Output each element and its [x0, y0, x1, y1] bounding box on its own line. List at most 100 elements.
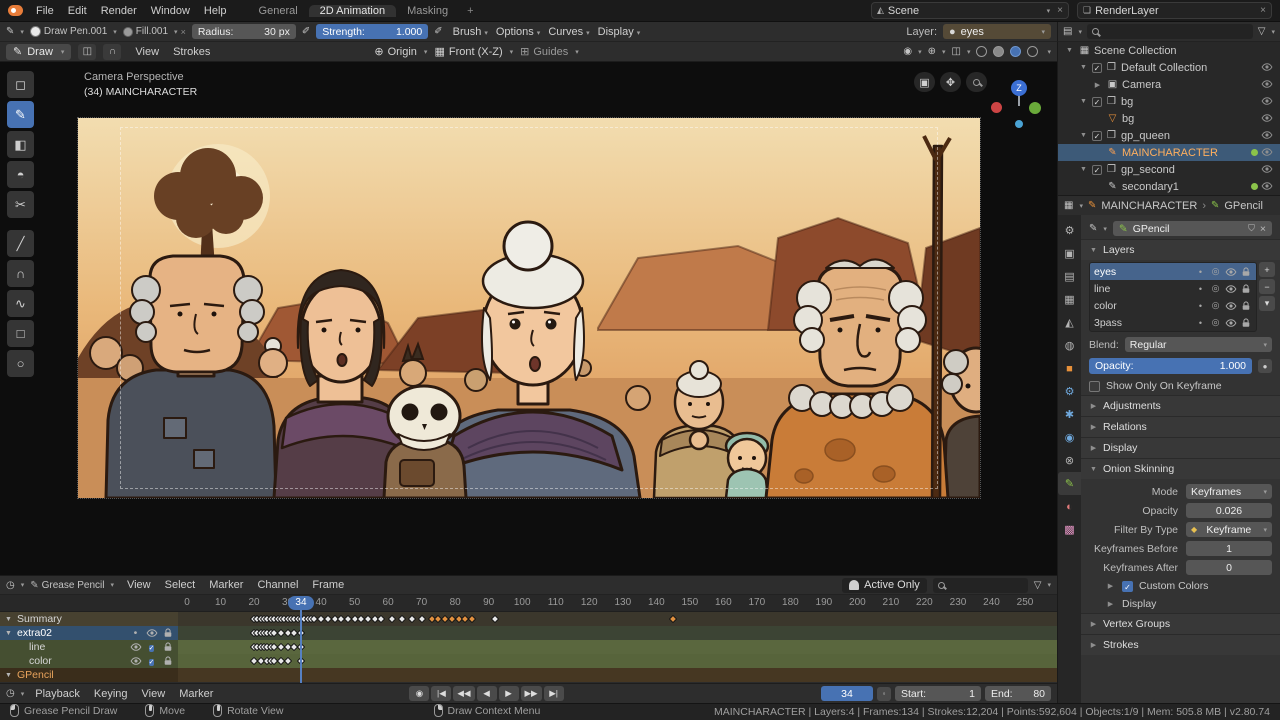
next-keyframe-button[interactable]: ▶▶: [521, 686, 542, 701]
channel-track[interactable]: [178, 668, 1057, 682]
tool-erase[interactable]: ◓: [7, 161, 34, 188]
axis-gizmo[interactable]: Z: [995, 80, 1043, 128]
collection-checkbox[interactable]: ✓: [1092, 63, 1102, 73]
hide-toggle[interactable]: [1261, 146, 1276, 159]
play-button[interactable]: ▶: [499, 686, 519, 701]
lock-toggle[interactable]: [1239, 266, 1252, 278]
remove-view-layer-icon[interactable]: ×: [1257, 5, 1266, 16]
overlays-toggle[interactable]: ◫▾: [952, 46, 971, 57]
hide-toggle[interactable]: [1261, 129, 1276, 142]
outliner-item-camera[interactable]: ▶▣Camera: [1058, 76, 1280, 93]
layers-panel-header[interactable]: ▼Layers: [1081, 239, 1280, 260]
popover-brush[interactable]: Brush▾: [453, 26, 488, 38]
dopesheet-menu-frame[interactable]: Frame: [305, 579, 351, 591]
dopesheet-menu-channel[interactable]: Channel: [250, 579, 305, 591]
onion-mode-dropdown[interactable]: Keyframes▾: [1186, 484, 1272, 499]
brush-selector[interactable]: Draw Pen.001▾: [30, 26, 117, 37]
lock-icon[interactable]: [162, 627, 174, 639]
show-only-keyframe-checkbox[interactable]: [1089, 381, 1100, 392]
shading-options-icon[interactable]: ▾: [1044, 48, 1051, 56]
jump-to-start-button[interactable]: |◀: [431, 686, 451, 701]
workspace-tab-masking[interactable]: Masking: [396, 5, 459, 17]
timeline-editor-type-button[interactable]: ◷▾: [6, 688, 24, 699]
hide-toggle[interactable]: [1224, 283, 1237, 295]
strength-pressure-icon[interactable]: ✐: [434, 26, 442, 37]
tool-fill[interactable]: ◧: [7, 131, 34, 158]
expand-arrow-icon[interactable]: ▼: [1078, 132, 1089, 139]
falloff-icon[interactable]: ∩: [103, 44, 121, 60]
properties-tab-modifiers[interactable]: ⚙: [1058, 380, 1081, 403]
eye-icon[interactable]: [1225, 283, 1237, 295]
filter-icon[interactable]: ▽▾: [1258, 26, 1275, 37]
strength-slider[interactable]: Strength:1.000: [316, 24, 428, 39]
expand-arrow-icon[interactable]: ▼: [5, 672, 14, 679]
channel-track[interactable]: [178, 654, 1057, 668]
outliner-editor-type-button[interactable]: ▤▾: [1063, 26, 1082, 37]
menu-window[interactable]: Window: [144, 5, 197, 17]
eye-icon[interactable]: [130, 655, 142, 667]
view-layer-selector[interactable]: ❏ RenderLayer ×: [1077, 2, 1272, 19]
tool-circle[interactable]: ○: [7, 350, 34, 377]
current-frame-field[interactable]: 34: [821, 686, 873, 701]
active-layer-dropdown[interactable]: ●eyes▾: [943, 24, 1051, 39]
tool-draw[interactable]: ✎: [7, 101, 34, 128]
onion-icon[interactable]: ◎: [1209, 317, 1222, 328]
channel-track[interactable]: [178, 626, 1057, 640]
eye-icon[interactable]: [1261, 112, 1273, 124]
keyframes-before-field[interactable]: 1: [1186, 541, 1272, 556]
stroke-placement-dropdown[interactable]: ⊕Origin▾: [374, 45, 427, 58]
onion-opacity-field[interactable]: 0.026: [1186, 503, 1272, 518]
unlink-scene-icon[interactable]: ×: [1054, 5, 1063, 16]
keying-set-icon[interactable]: ◦: [877, 687, 891, 701]
properties-editor-type-button[interactable]: ▦▾: [1064, 200, 1083, 211]
collection-checkbox[interactable]: ✓: [1092, 165, 1102, 175]
panel-relations[interactable]: ▶Relations: [1081, 416, 1280, 437]
dopesheet-mode-dropdown[interactable]: ✎Grease Pencil▾: [30, 580, 114, 591]
tool-cutter[interactable]: ✂: [7, 191, 34, 218]
eye-icon[interactable]: [1261, 61, 1273, 73]
filter-icon[interactable]: ▽▾: [1034, 580, 1051, 591]
expand-arrow-icon[interactable]: ▼: [1078, 64, 1089, 71]
shading-wireframe-icon[interactable]: [976, 46, 987, 57]
menu-edit[interactable]: Edit: [61, 5, 94, 17]
dopesheet[interactable]: 0102030405060708090100110120130140150160…: [0, 595, 1057, 683]
active-only-toggle[interactable]: Active Only: [842, 578, 927, 593]
lock-icon[interactable]: [162, 655, 174, 667]
outliner-item-bg[interactable]: ▽bg: [1058, 110, 1280, 127]
animate-property-icon[interactable]: ●: [1258, 359, 1272, 373]
properties-tab-tool[interactable]: ⚙: [1058, 219, 1081, 242]
previous-keyframe-button[interactable]: ◀◀: [453, 686, 474, 701]
shading-solid-icon[interactable]: [993, 46, 1004, 57]
mask-icon[interactable]: •: [1194, 284, 1207, 294]
visibility-dropdown[interactable]: ◉▾: [903, 46, 921, 57]
outliner-item-gp-queen[interactable]: ▼✓❒gp_queen: [1058, 127, 1280, 144]
properties-tab-object-data[interactable]: ✎: [1058, 472, 1081, 495]
jump-to-end-button[interactable]: ▶|: [544, 686, 564, 701]
popover-display[interactable]: Display▾: [598, 26, 641, 38]
playback-menu-keying[interactable]: Keying: [87, 688, 135, 700]
hide-toggle[interactable]: [1261, 78, 1276, 91]
tool-line[interactable]: ╱: [7, 230, 34, 257]
eye-icon[interactable]: [1261, 163, 1273, 175]
eye-icon[interactable]: [130, 641, 142, 653]
properties-tab-world[interactable]: ◍: [1058, 334, 1081, 357]
playback-menu-view[interactable]: View: [135, 688, 173, 700]
onion-icon[interactable]: ◎: [1209, 266, 1222, 277]
channel-extra02[interactable]: ▼extra02•: [0, 626, 178, 640]
lock-icon[interactable]: [1240, 266, 1252, 278]
panel-vertex-groups[interactable]: ▶Vertex Groups: [1081, 613, 1280, 634]
outliner-item-secondary1[interactable]: ✎secondary1: [1058, 178, 1280, 195]
onion-icon[interactable]: ◎: [1209, 283, 1222, 294]
properties-tab-view-layer[interactable]: ▦: [1058, 288, 1081, 311]
guides-dropdown[interactable]: ⊞Guides▾: [520, 45, 579, 58]
tool-curve[interactable]: ∿: [7, 290, 34, 317]
hide-toggle[interactable]: [1261, 163, 1276, 176]
drawing-plane-dropdown[interactable]: ▦Front (X-Z)▾: [434, 45, 513, 58]
camera-view-icon[interactable]: ▣: [914, 72, 935, 92]
play-reverse-button[interactable]: ◀: [477, 686, 497, 701]
lock-icon[interactable]: [1240, 283, 1252, 295]
properties-tab-render[interactable]: ▣: [1058, 242, 1081, 265]
properties-tab-physics[interactable]: ◉: [1058, 426, 1081, 449]
gp-layer-color[interactable]: color•◎: [1090, 297, 1256, 314]
channel-track[interactable]: [178, 640, 1057, 654]
